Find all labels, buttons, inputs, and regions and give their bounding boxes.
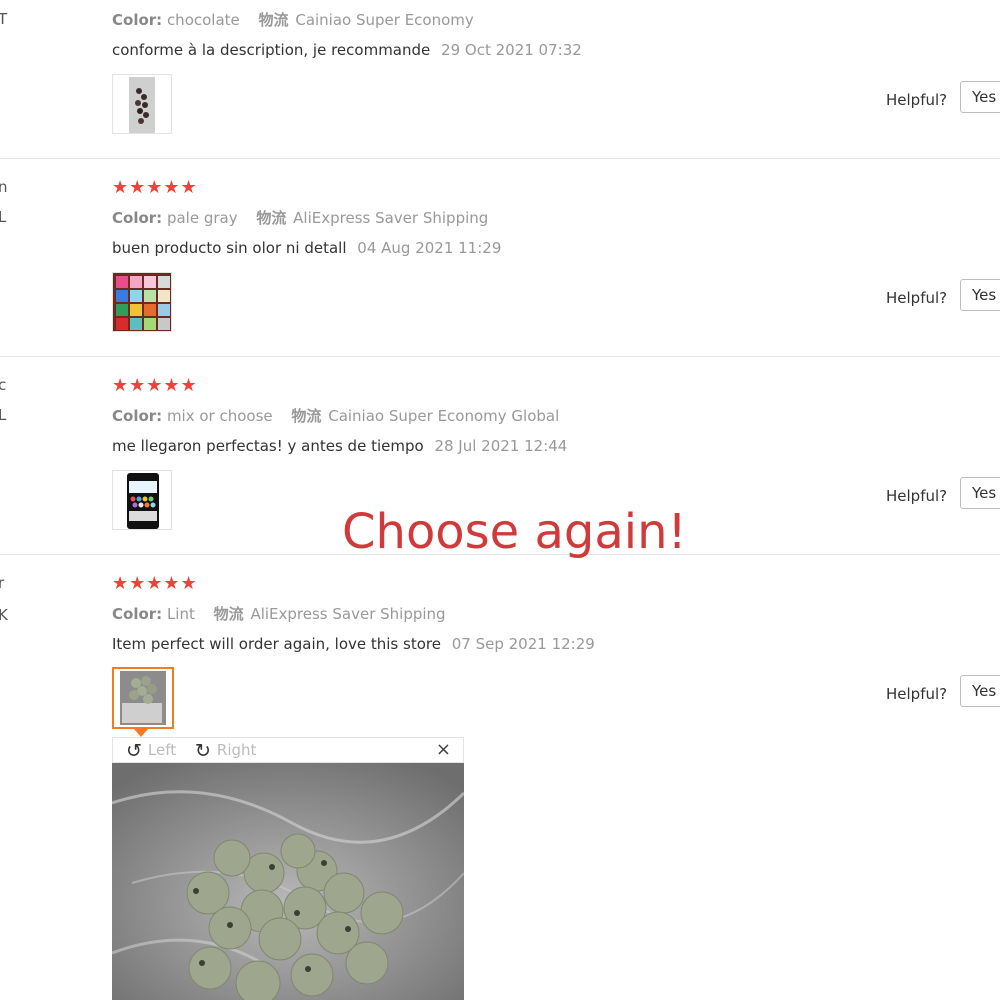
- reviewer-name-fragment: c: [0, 376, 7, 394]
- logistics-key: 物流: [258, 11, 289, 29]
- review-date: 29 Oct 2021 07:32: [441, 41, 582, 59]
- helpful-label: Helpful?: [886, 685, 948, 703]
- review-date: 04 Aug 2021 11:29: [357, 239, 502, 257]
- photo-thumbnail-image: [129, 77, 155, 133]
- rotate-left-icon: ↺: [126, 740, 142, 762]
- review-photo-thumbnail[interactable]: [112, 74, 172, 134]
- helpful-yes-button[interactable]: Yes: [960, 81, 1000, 113]
- reviewer-name-fragment: r: [0, 574, 5, 592]
- helpful-label: Helpful?: [886, 91, 948, 109]
- logistics-key: 物流: [256, 209, 287, 227]
- review-date: 28 Jul 2021 12:44: [434, 437, 568, 455]
- color-value: Lint: [166, 605, 195, 623]
- star-rating: ★★★★★: [112, 177, 198, 198]
- rotate-right-icon: ↻: [195, 740, 211, 762]
- review-photo-thumbnail[interactable]: [112, 470, 172, 530]
- reviewer-country-fragment: K: [0, 606, 8, 624]
- helpful-yes-button[interactable]: Yes: [960, 279, 1000, 311]
- color-value: pale gray: [166, 209, 238, 227]
- review-text: Item perfect will order again, love this…: [112, 635, 441, 653]
- review-content: Item perfect will order again, love this…: [112, 634, 595, 654]
- logistics-value: AliExpress Saver Shipping: [293, 209, 489, 227]
- review-text: conforme à la description, je recommande: [112, 41, 431, 59]
- review-date: 07 Sep 2021 12:29: [451, 635, 595, 653]
- color-key: Color:: [112, 209, 163, 227]
- photo-thumbnail-image: [113, 273, 171, 331]
- star-rating: ★★★★★: [112, 573, 198, 594]
- color-value: mix or choose: [166, 407, 273, 425]
- review-content: conforme à la description, je recommande…: [112, 40, 582, 60]
- review-photo-thumbnail[interactable]: [112, 272, 172, 332]
- review-divider: [0, 158, 1000, 159]
- rotate-left-button[interactable]: ↺ Left: [126, 740, 176, 762]
- review-divider: [0, 356, 1000, 357]
- logistics-key: 物流: [291, 407, 322, 425]
- reviewer-country-fragment: L: [0, 406, 7, 424]
- helpful-yes-button[interactable]: Yes: [960, 477, 1000, 509]
- review-text: buen producto sin olor ni detall: [112, 239, 347, 257]
- review-content: me llegaron perfectas! y antes de tiempo…: [112, 436, 567, 456]
- reviewer-name-fragment: n: [0, 178, 8, 196]
- review-content: buen producto sin olor ni detall 04 Aug …: [112, 238, 501, 258]
- logistics-value: Cainiao Super Economy: [295, 11, 474, 29]
- star-rating: ★★★★★: [112, 375, 198, 396]
- rotate-left-label: Left: [147, 741, 177, 759]
- thumbnail-pointer-caret: [134, 729, 148, 737]
- reviewer-country-fragment: L: [0, 208, 7, 226]
- photo-thumbnail-image: [113, 471, 171, 529]
- color-value: chocolate: [166, 11, 240, 29]
- review-sku-info: Color: pale gray 物流 AliExpress Saver Shi…: [112, 208, 488, 228]
- review-sku-info: Color: Lint 物流 AliExpress Saver Shipping: [112, 604, 446, 624]
- logistics-value: AliExpress Saver Shipping: [250, 605, 446, 623]
- color-key: Color:: [112, 605, 163, 623]
- review-sku-info: Color: chocolate 物流 Cainiao Super Econom…: [112, 10, 474, 30]
- review-text: me llegaron perfectas! y antes de tiempo: [112, 437, 424, 455]
- review-photo-thumbnail-selected[interactable]: [112, 667, 174, 729]
- review-sku-info: Color: mix or choose 物流 Cainiao Super Ec…: [112, 406, 559, 426]
- rotate-right-button[interactable]: ↻ Right: [195, 740, 256, 762]
- color-key: Color:: [112, 407, 163, 425]
- color-key: Color:: [112, 11, 163, 29]
- image-viewer-toolbar: ↺ Left ↻ Right ×: [112, 737, 464, 763]
- helpful-label: Helpful?: [886, 487, 948, 505]
- logistics-value: Cainiao Super Economy Global: [328, 407, 560, 425]
- overlay-annotation-text: Choose again!: [342, 504, 687, 560]
- helpful-yes-button[interactable]: Yes: [960, 675, 1000, 707]
- reviewer-name-fragment: T: [0, 10, 8, 28]
- close-icon[interactable]: ×: [436, 739, 451, 760]
- enlarged-photo-image: [112, 763, 464, 1000]
- photo-thumbnail-image: [114, 669, 172, 727]
- helpful-label: Helpful?: [886, 289, 948, 307]
- rotate-right-label: Right: [216, 741, 257, 759]
- enlarged-review-photo: [112, 763, 464, 1000]
- logistics-key: 物流: [213, 605, 244, 623]
